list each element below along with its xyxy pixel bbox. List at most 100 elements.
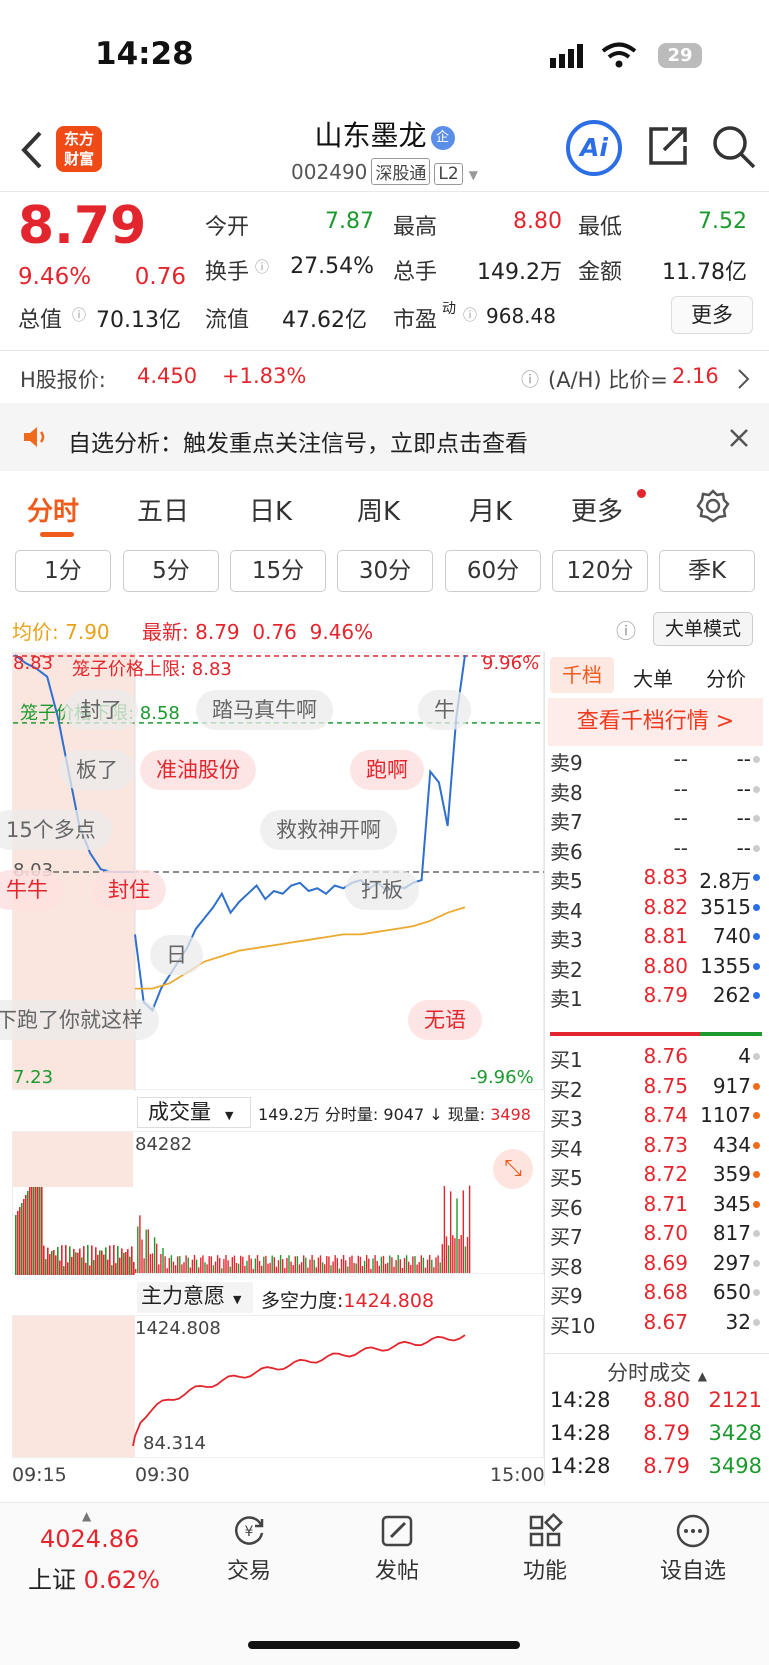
volume-bar xyxy=(445,1236,448,1273)
status-time: 14:28 xyxy=(95,36,194,72)
ask-dot xyxy=(753,962,760,970)
period-120m[interactable]: 120分 xyxy=(552,550,648,592)
volume-bar xyxy=(288,1255,290,1273)
volume-bar xyxy=(51,1250,53,1275)
tab-weekly-k[interactable]: 周K xyxy=(357,491,400,528)
tab-intraday[interactable]: 分时 xyxy=(27,491,79,528)
ticks-title[interactable]: 分时成交 ▲ xyxy=(607,1357,707,1387)
volume-bar xyxy=(250,1258,252,1273)
volume-bar xyxy=(29,1187,31,1275)
view-1000-book-link[interactable]: 查看千档行情 > xyxy=(548,698,763,746)
comment-bubble[interactable]: 跑啊 xyxy=(350,750,424,790)
index-line[interactable]: 上证 0.62% xyxy=(28,1560,160,1595)
ask-row: 卖7 -- -- xyxy=(548,806,763,837)
nav-trade[interactable]: ¥ 交易 xyxy=(189,1513,309,1585)
nav-set-watchlist[interactable]: 设自选 xyxy=(633,1513,753,1585)
bid-dot xyxy=(753,1200,760,1208)
volume-bar xyxy=(380,1256,383,1273)
volume-bar xyxy=(219,1258,221,1273)
volume-indicator-select[interactable]: 成交量 ▼ xyxy=(137,1097,251,1128)
comment-bubble[interactable]: 打板 xyxy=(345,870,419,910)
index-value[interactable]: 4024.86 xyxy=(40,1525,139,1553)
ask-volume: 1355 xyxy=(700,953,751,978)
tab-daily-k[interactable]: 日K xyxy=(249,491,292,528)
period-15m[interactable]: 15分 xyxy=(230,550,326,592)
volume-bar xyxy=(71,1256,73,1275)
volume-bar xyxy=(101,1250,103,1275)
volume-chart[interactable] xyxy=(12,1131,544,1275)
volume-bar xyxy=(47,1247,49,1275)
quote-value: 7.87 xyxy=(325,209,374,234)
ask-dot xyxy=(753,844,760,852)
period-5m[interactable]: 5分 xyxy=(123,550,219,592)
period-30m[interactable]: 30分 xyxy=(337,550,433,592)
bid-level: 买5 xyxy=(550,1166,583,1190)
info-icon[interactable]: ⓘ xyxy=(72,305,86,325)
volume-bar xyxy=(214,1261,217,1273)
bid-dot xyxy=(753,1289,760,1296)
wifi-icon xyxy=(601,42,637,68)
volume-bar xyxy=(65,1245,67,1275)
info-icon[interactable]: ⓘ xyxy=(255,257,269,277)
quote-label: 金额 xyxy=(578,260,623,285)
search-icon[interactable] xyxy=(711,124,757,170)
volume-bar xyxy=(81,1257,83,1275)
volume-bar xyxy=(206,1264,208,1273)
nav-functions[interactable]: 功能 xyxy=(485,1513,605,1585)
main-indicator-select[interactable]: 主力意愿 ▼ xyxy=(137,1282,253,1313)
chevron-right-icon[interactable] xyxy=(737,368,751,390)
book-tab-big-order[interactable]: 大单 xyxy=(633,663,673,692)
volume-bar xyxy=(202,1255,204,1273)
comment-bubble[interactable]: 踏马真牛啊 xyxy=(196,690,333,730)
comment-bubble[interactable]: 无语 xyxy=(408,1000,482,1040)
tab-five-day[interactable]: 五日 xyxy=(137,491,189,528)
latest-pct: 9.46% xyxy=(309,620,374,644)
help-icon[interactable]: ⓘ xyxy=(521,366,539,392)
tab-monthly-k[interactable]: 月K xyxy=(469,491,512,528)
help-icon[interactable]: ⓘ xyxy=(616,615,636,644)
close-icon[interactable] xyxy=(729,428,749,448)
comment-bubble[interactable]: 牛 xyxy=(418,690,471,730)
comment-bubble[interactable]: 救救神开啊 xyxy=(260,810,397,850)
volume-bar xyxy=(198,1267,200,1273)
ask-row: 卖9 -- -- xyxy=(548,747,763,778)
volume-label: 成交量 xyxy=(148,1100,211,1124)
comment-bubble[interactable]: 15个多点 xyxy=(0,810,112,850)
settings-gear-icon[interactable] xyxy=(696,489,730,523)
comment-bubble[interactable]: 封住 xyxy=(92,870,166,910)
book-tab-price-level[interactable]: 分价 xyxy=(706,663,746,692)
nav-trade-label: 交易 xyxy=(226,1559,271,1584)
period-60m[interactable]: 60分 xyxy=(445,550,541,592)
big-order-mode-button[interactable]: 大单模式 xyxy=(653,612,753,646)
battery-indicator: 29 xyxy=(658,43,702,68)
comment-bubble[interactable]: 板了 xyxy=(60,750,134,790)
comment-bubble[interactable]: 牛牛 xyxy=(0,870,64,910)
period-quarter-k[interactable]: 季K xyxy=(659,550,755,592)
expand-icon[interactable]: ⤡ xyxy=(493,1149,533,1189)
comment-bubble[interactable]: 下跑了你就这样 xyxy=(0,1000,159,1040)
book-tab-1000[interactable]: 千档 xyxy=(550,657,614,693)
more-button[interactable]: 更多 xyxy=(671,296,753,334)
volume-bar xyxy=(317,1257,320,1273)
volume-bar xyxy=(242,1256,244,1273)
volume-bar xyxy=(462,1190,464,1273)
ai-button[interactable]: Ai xyxy=(566,120,622,176)
period-1m[interactable]: 1分 xyxy=(15,550,111,592)
tab-more[interactable]: 更多 xyxy=(571,491,623,528)
share-icon[interactable] xyxy=(646,124,690,168)
volume-bar xyxy=(256,1255,259,1273)
volume-bar xyxy=(174,1265,177,1273)
volume-bar xyxy=(111,1265,113,1275)
nav-post[interactable]: 发帖 xyxy=(337,1513,457,1585)
info-icon[interactable]: ⓘ xyxy=(463,305,477,325)
total-value: 70.13亿 xyxy=(96,308,181,333)
volume-bar xyxy=(282,1259,284,1273)
comment-bubble[interactable]: 封了 xyxy=(64,690,138,730)
volume-bar xyxy=(345,1260,347,1273)
comment-bubble[interactable]: 准油股份 xyxy=(140,750,256,790)
notice-text[interactable]: 自选分析：触发重点关注信号，立即点击查看 xyxy=(68,424,528,458)
main-force-chart[interactable] xyxy=(12,1315,544,1458)
comment-bubble[interactable]: 日 xyxy=(150,935,203,975)
volume-bar xyxy=(89,1265,91,1275)
quote-value: 8.80 xyxy=(513,209,562,234)
